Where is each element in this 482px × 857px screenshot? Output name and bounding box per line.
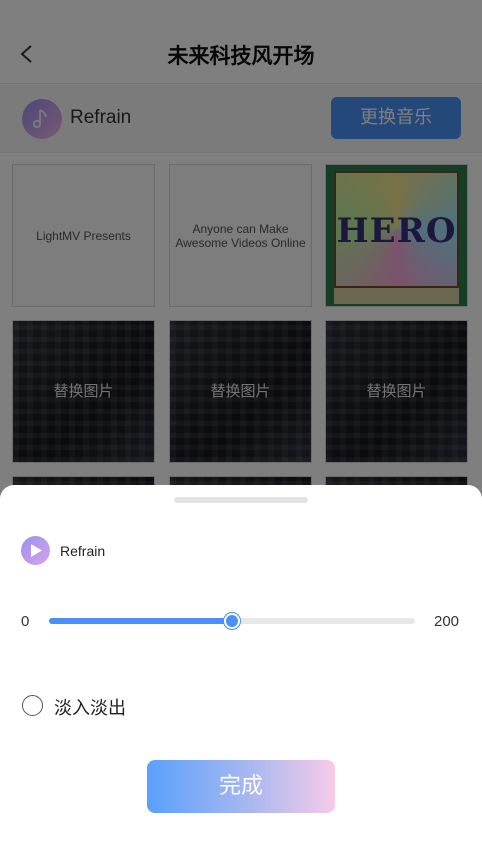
sheet-drag-handle[interactable] — [174, 497, 308, 503]
play-button[interactable] — [21, 536, 50, 565]
fade-in-out-radio[interactable] — [22, 695, 43, 716]
sheet-track-name: Refrain — [60, 543, 106, 559]
volume-bottom-sheet: Refrain 0 200 淡入淡出 完成 — [0, 485, 482, 857]
done-button[interactable]: 完成 — [147, 760, 335, 813]
volume-min-label: 0 — [21, 613, 30, 630]
volume-slider-thumb[interactable] — [224, 613, 240, 629]
volume-slider-fill — [49, 618, 232, 624]
volume-max-label: 200 — [434, 613, 460, 630]
play-icon — [31, 544, 42, 557]
volume-slider[interactable] — [49, 613, 415, 629]
fade-in-out-label: 淡入淡出 — [54, 698, 126, 719]
